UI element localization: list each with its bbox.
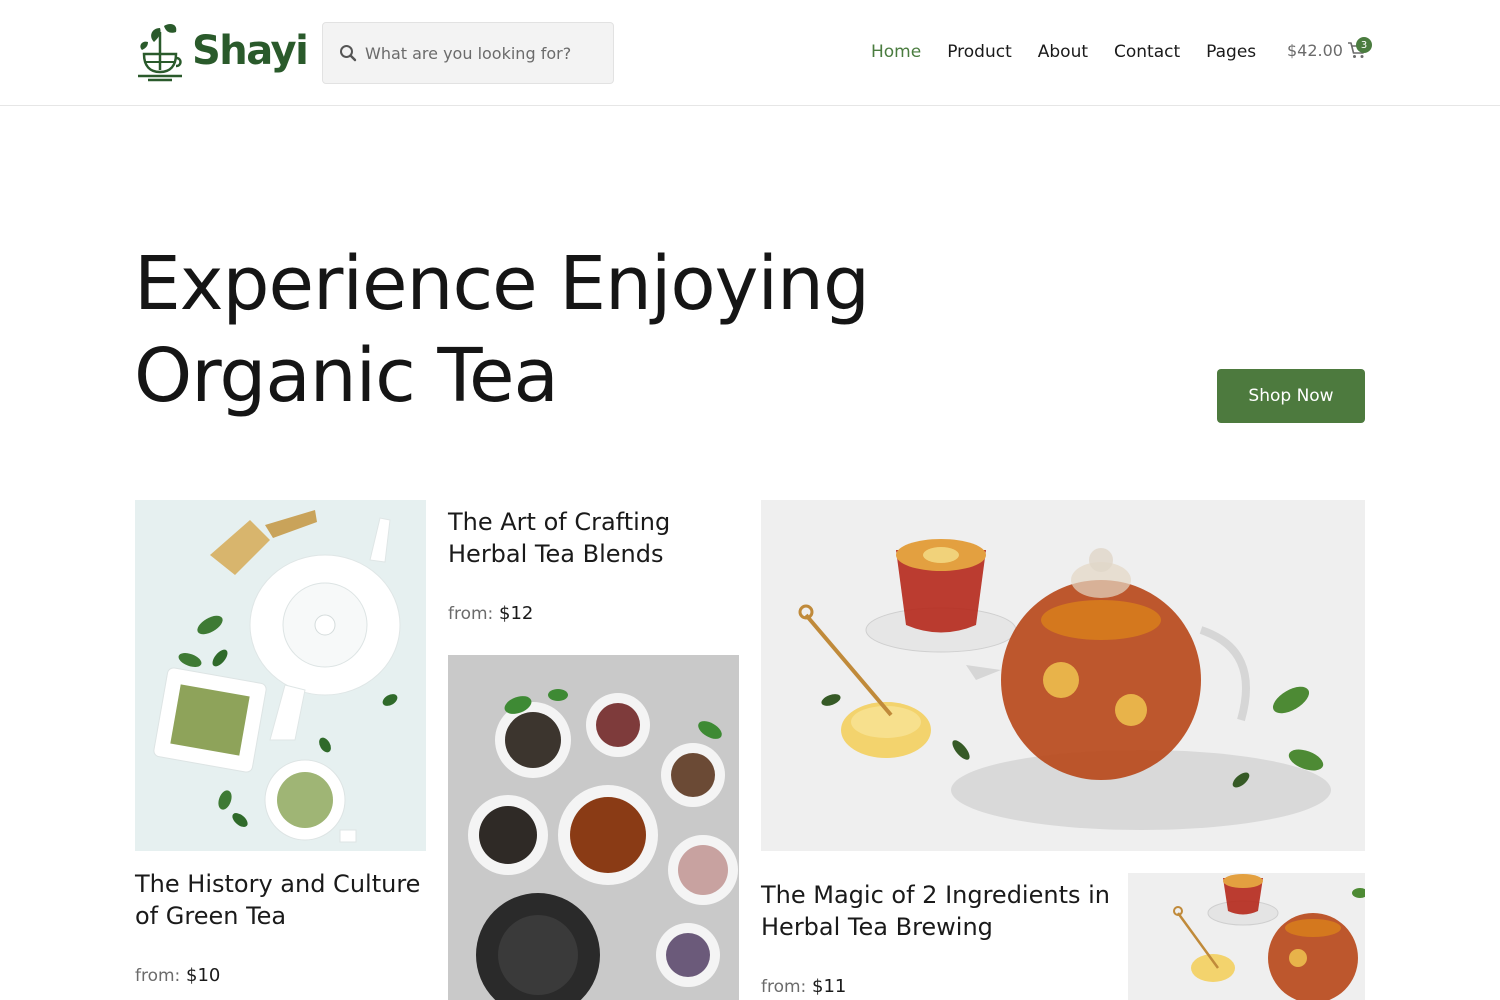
search-input[interactable] <box>365 43 605 63</box>
product-price-herbal-blends: from: $12 <box>448 603 533 624</box>
product-title-line2: of Green Tea <box>135 902 287 930</box>
herbal-brewing-thumbnail[interactable] <box>1128 873 1365 1000</box>
price-amount: $11 <box>812 976 847 997</box>
main-nav: Home Product About Contact Pages <box>871 42 1256 62</box>
product-title-line1: The Magic of 2 Ingredients in <box>761 881 1110 909</box>
price-from-label: from: <box>135 966 181 986</box>
hero-title-line2: Organic Tea <box>134 333 559 419</box>
product-title-herbal-brewing[interactable]: The Magic of 2 Ingredients in Herbal Tea… <box>761 879 1121 943</box>
tea-set-thumbnail-illustration <box>1128 873 1365 1000</box>
product-title-herbal-blends[interactable]: The Art of Crafting Herbal Tea Blends <box>448 506 748 570</box>
product-title-line1: The Art of Crafting <box>448 508 671 536</box>
green-tea-product-image[interactable] <box>135 500 426 851</box>
herbal-brewing-product-image[interactable] <box>761 500 1365 851</box>
price-from-label: from: <box>761 977 807 997</box>
product-title-line2: Herbal Tea Blends <box>448 540 664 568</box>
nav-about[interactable]: About <box>1038 42 1088 62</box>
nav-home[interactable]: Home <box>871 42 921 62</box>
brand-name: Shayi <box>192 28 309 74</box>
tea-leaf-logo-icon <box>138 24 182 82</box>
price-amount: $10 <box>186 965 221 986</box>
nav-contact[interactable]: Contact <box>1114 42 1180 62</box>
nav-product[interactable]: Product <box>947 42 1012 62</box>
cart-total: $42.00 <box>1287 40 1343 60</box>
hero-title: Experience Enjoying Organic Tea <box>134 238 954 422</box>
tea-set-illustration <box>761 500 1365 851</box>
product-price-herbal-brewing: from: $11 <box>761 976 846 997</box>
product-title-line2: Herbal Tea Brewing <box>761 913 993 941</box>
product-price-green-tea: from: $10 <box>135 965 220 986</box>
site-header: Shayi Home Product About Contact Pages $… <box>0 0 1500 106</box>
herbal-blends-illustration <box>448 655 739 1000</box>
search-box[interactable] <box>322 22 614 84</box>
brand-logo[interactable]: Shayi <box>134 20 309 82</box>
product-title-line1: The History and Culture <box>135 870 421 898</box>
herbal-blends-product-image[interactable] <box>448 655 739 1000</box>
price-from-label: from: <box>448 604 494 624</box>
product-title-green-tea[interactable]: The History and Culture of Green Tea <box>135 868 435 932</box>
price-amount: $12 <box>499 603 534 624</box>
shop-now-button[interactable]: Shop Now <box>1217 369 1365 423</box>
cart-button[interactable]: $42.00 <box>1287 40 1367 60</box>
cart-count-badge: 3 <box>1356 37 1372 53</box>
green-tea-illustration <box>135 500 426 851</box>
hero-title-line1: Experience Enjoying <box>134 241 870 327</box>
nav-pages[interactable]: Pages <box>1206 42 1256 62</box>
search-icon <box>340 45 357 62</box>
